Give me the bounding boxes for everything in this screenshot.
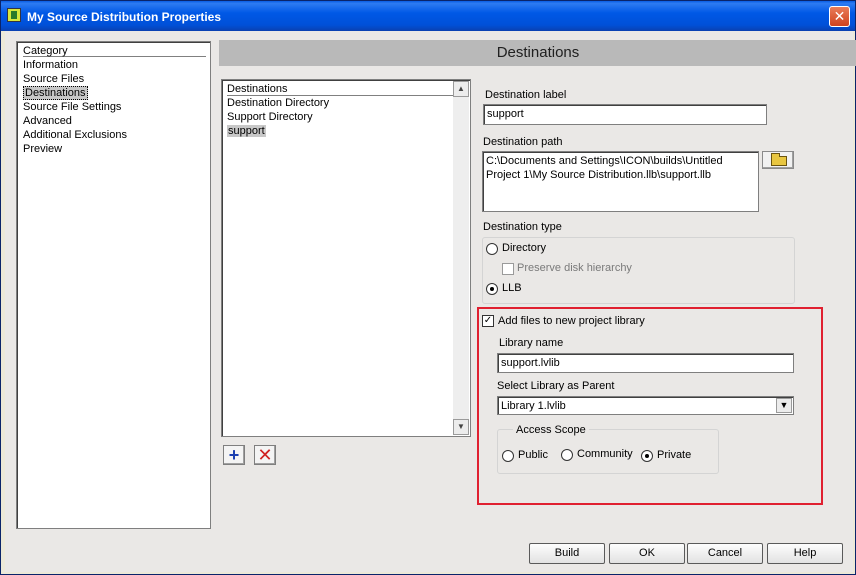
- add-destination-button[interactable]: +: [223, 445, 245, 465]
- section-title: Destinations: [219, 40, 856, 66]
- llb-label: LLB: [502, 282, 522, 294]
- chevron-down-icon[interactable]: ▼: [776, 398, 792, 413]
- llb-radio[interactable]: [486, 283, 498, 295]
- library-parent-value: Library 1.lvlib: [501, 400, 566, 412]
- scroll-up-icon[interactable]: ▲: [453, 81, 469, 97]
- category-item-preview[interactable]: Preview: [23, 142, 127, 156]
- title-bar[interactable]: My Source Distribution Properties ✕: [1, 1, 855, 31]
- library-parent-select[interactable]: Library 1.lvlib ▼: [497, 396, 794, 415]
- category-item-source-files[interactable]: Source Files: [23, 72, 127, 86]
- community-radio[interactable]: [561, 449, 573, 461]
- category-header: Category: [23, 45, 206, 57]
- category-item-advanced[interactable]: Advanced: [23, 114, 127, 128]
- browse-folder-button[interactable]: [762, 151, 794, 169]
- help-button[interactable]: Help: [767, 543, 843, 564]
- community-label: Community: [577, 448, 633, 460]
- access-scope-caption: Access Scope: [513, 424, 589, 436]
- destination-item-support-directory[interactable]: Support Directory: [227, 110, 454, 124]
- category-item-source-file-settings[interactable]: Source File Settings: [23, 100, 127, 114]
- destination-type-caption: Destination type: [483, 221, 562, 233]
- destinations-list[interactable]: Destinations Destination Directory Suppo…: [221, 79, 471, 437]
- destination-item-destination-directory[interactable]: Destination Directory: [227, 96, 454, 110]
- destination-label-caption: Destination label: [485, 89, 567, 101]
- app-icon: [7, 8, 21, 22]
- scroll-down-icon[interactable]: ▼: [453, 419, 469, 435]
- category-item-destinations[interactable]: Destinations: [23, 86, 127, 100]
- directory-label: Directory: [502, 242, 547, 254]
- destination-path-caption: Destination path: [483, 136, 563, 148]
- folder-open-icon: [771, 153, 787, 166]
- public-radio[interactable]: [502, 450, 514, 462]
- ok-button[interactable]: OK: [609, 543, 685, 564]
- category-item-additional-exclusions[interactable]: Additional Exclusions: [23, 128, 127, 142]
- window-title: My Source Distribution Properties: [27, 10, 222, 24]
- private-radio[interactable]: [641, 450, 653, 462]
- category-item-information[interactable]: Information: [23, 58, 127, 72]
- destinations-list-header: Destinations: [227, 82, 454, 96]
- dialog-body: Category Information Source Files Destin…: [5, 31, 856, 572]
- preserve-hierarchy-checkbox[interactable]: [502, 263, 514, 275]
- destination-label-input[interactable]: support: [483, 104, 767, 125]
- public-label: Public: [518, 449, 548, 461]
- preserve-hierarchy-label: Preserve disk hierarchy: [517, 262, 632, 274]
- add-files-checkbox[interactable]: ✓: [482, 315, 494, 327]
- remove-destination-button[interactable]: ✕: [254, 445, 276, 465]
- destination-item-support[interactable]: support: [227, 124, 454, 138]
- properties-dialog: My Source Distribution Properties ✕ Cate…: [0, 0, 856, 575]
- add-files-label: Add files to new project library: [498, 315, 645, 327]
- category-list[interactable]: Category Information Source Files Destin…: [16, 41, 211, 529]
- close-button[interactable]: ✕: [829, 6, 850, 27]
- library-name-input[interactable]: support.lvlib: [497, 353, 794, 373]
- destination-path-input[interactable]: C:\Documents and Settings\ICON\builds\Un…: [482, 151, 759, 212]
- private-label: Private: [657, 449, 692, 461]
- build-button[interactable]: Build: [529, 543, 605, 564]
- cancel-button[interactable]: Cancel: [687, 543, 763, 564]
- destinations-scrollbar[interactable]: ▲ ▼: [453, 81, 469, 435]
- library-name-caption: Library name: [499, 337, 564, 349]
- directory-radio[interactable]: [486, 243, 498, 255]
- library-parent-caption: Select Library as Parent: [497, 380, 615, 392]
